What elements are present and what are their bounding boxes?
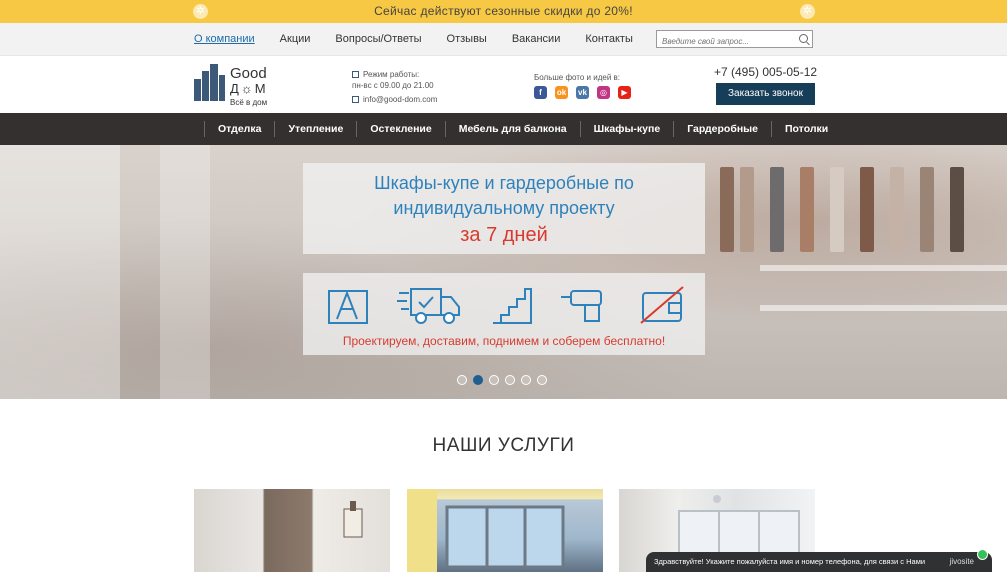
main-menu: Отделка Утепление Остекление Мебель для … [0,113,1007,145]
menu-item-wardrobes[interactable]: Шкафы-купе [579,121,674,137]
hero-caption: Проектируем, доставим, поднимем и собере… [342,334,666,348]
top-navigation: О компании Акции Вопросы/Ответы Отзывы В… [0,23,1007,56]
instagram-icon[interactable]: ◎ [597,86,610,99]
schedule-block: Режим работы: пн-вс с 09.00 до 21.00 inf… [352,69,437,105]
menu-item-balcony-furniture[interactable]: Мебель для балкона [444,121,580,137]
menu-item-glazing[interactable]: Остекление [356,121,444,137]
schedule-hours: пн-вс с 09.00 до 21.00 [352,81,434,90]
menu-item-insulation[interactable]: Утепление [274,121,356,137]
logo[interactable]: Good Д☼М Всё в дом [194,64,274,109]
hero-line-1: Шкафы-купе и гардеробные по [374,173,634,193]
stairs-icon [493,288,532,324]
chat-brand: jivosite [949,557,974,566]
phone-number[interactable]: +7 (495) 005-05-12 [714,65,817,79]
odnoklassniki-icon[interactable]: ok [555,86,568,99]
hero-slider: Шкафы-купе и гардеробные по индивидуальн… [0,145,1007,399]
promo-bar: ✲ Сейчас действуют сезонные скидки до 20… [0,0,1007,23]
service-card-1[interactable] [194,489,390,572]
logo-word-good: Good [230,65,267,82]
social-block: Больше фото и идей в: f ok vk ◎ ▶ [534,73,639,99]
youtube-icon[interactable]: ▶ [618,86,631,99]
logo-tagline: Всё в дом [230,98,268,107]
menu-item-ceilings[interactable]: Потолки [770,121,841,137]
search-box [656,30,813,50]
no-wallet-icon [640,286,684,324]
nav-link-reviews[interactable]: Отзывы [447,33,487,45]
slider-dot[interactable] [505,375,515,385]
nav-link-contacts[interactable]: Контакты [585,33,633,45]
facebook-icon[interactable]: f [534,86,547,99]
calendar-icon [352,71,359,78]
logo-word-dom: Д☼М [230,81,268,96]
chat-text: Здравствуйте! Укажите пожалуйста имя и н… [654,557,926,566]
service-card-2[interactable] [407,489,603,572]
vk-icon[interactable]: vk [576,86,589,99]
menu-item-finishing[interactable]: Отделка [204,121,274,137]
promo-text: Сейчас действуют сезонные скидки до 20%! [374,4,633,18]
snowflake-icon: ✲ [800,4,815,19]
slider-dot[interactable] [457,375,467,385]
site-header: Good Д☼М Всё в дом Режим работы: пн-вс с… [0,56,1007,113]
order-call-button[interactable]: Заказать звонок [716,83,815,105]
search-icon[interactable] [799,34,808,43]
slider-dots [457,375,553,385]
snowflake-icon: ✲ [193,4,208,19]
hero-benefits: Проектируем, доставим, поднимем и собере… [303,273,705,355]
services-title: НАШИ УСЛУГИ [432,435,575,456]
menu-item-dressing-rooms[interactable]: Гардеробные [673,121,771,137]
slider-dot[interactable] [489,375,499,385]
email-link[interactable]: info@good-dom.com [363,94,437,105]
drill-icon [561,290,602,322]
balcony-image [407,489,565,572]
slider-dot-active[interactable] [473,375,483,385]
chat-widget[interactable]: Здравствуйте! Укажите пожалуйста имя и н… [646,549,992,572]
slider-dot[interactable] [521,375,531,385]
nav-link-vacancies[interactable]: Вакансии [512,33,561,45]
hero-line-2: индивидуальному проекту [393,198,615,218]
nav-link-about[interactable]: О компании [194,33,255,45]
hero-line-3: за 7 дней [460,224,548,246]
hero-headline: Шкафы-купе и гардеробные по индивидуальн… [303,163,705,254]
building-logo-icon [194,64,226,101]
search-input[interactable] [657,33,790,50]
blueprint-icon [328,290,368,324]
online-status-icon [977,549,988,560]
nav-link-faq[interactable]: Вопросы/Ответы [335,33,421,45]
schedule-title: Режим работы: [363,70,420,79]
social-title: Больше фото и идей в: [534,73,620,82]
slider-dot[interactable] [537,375,547,385]
nav-link-promotions[interactable]: Акции [280,33,311,45]
mail-icon [352,96,359,103]
lamp-image [343,501,363,538]
delivery-truck-icon [397,288,460,324]
